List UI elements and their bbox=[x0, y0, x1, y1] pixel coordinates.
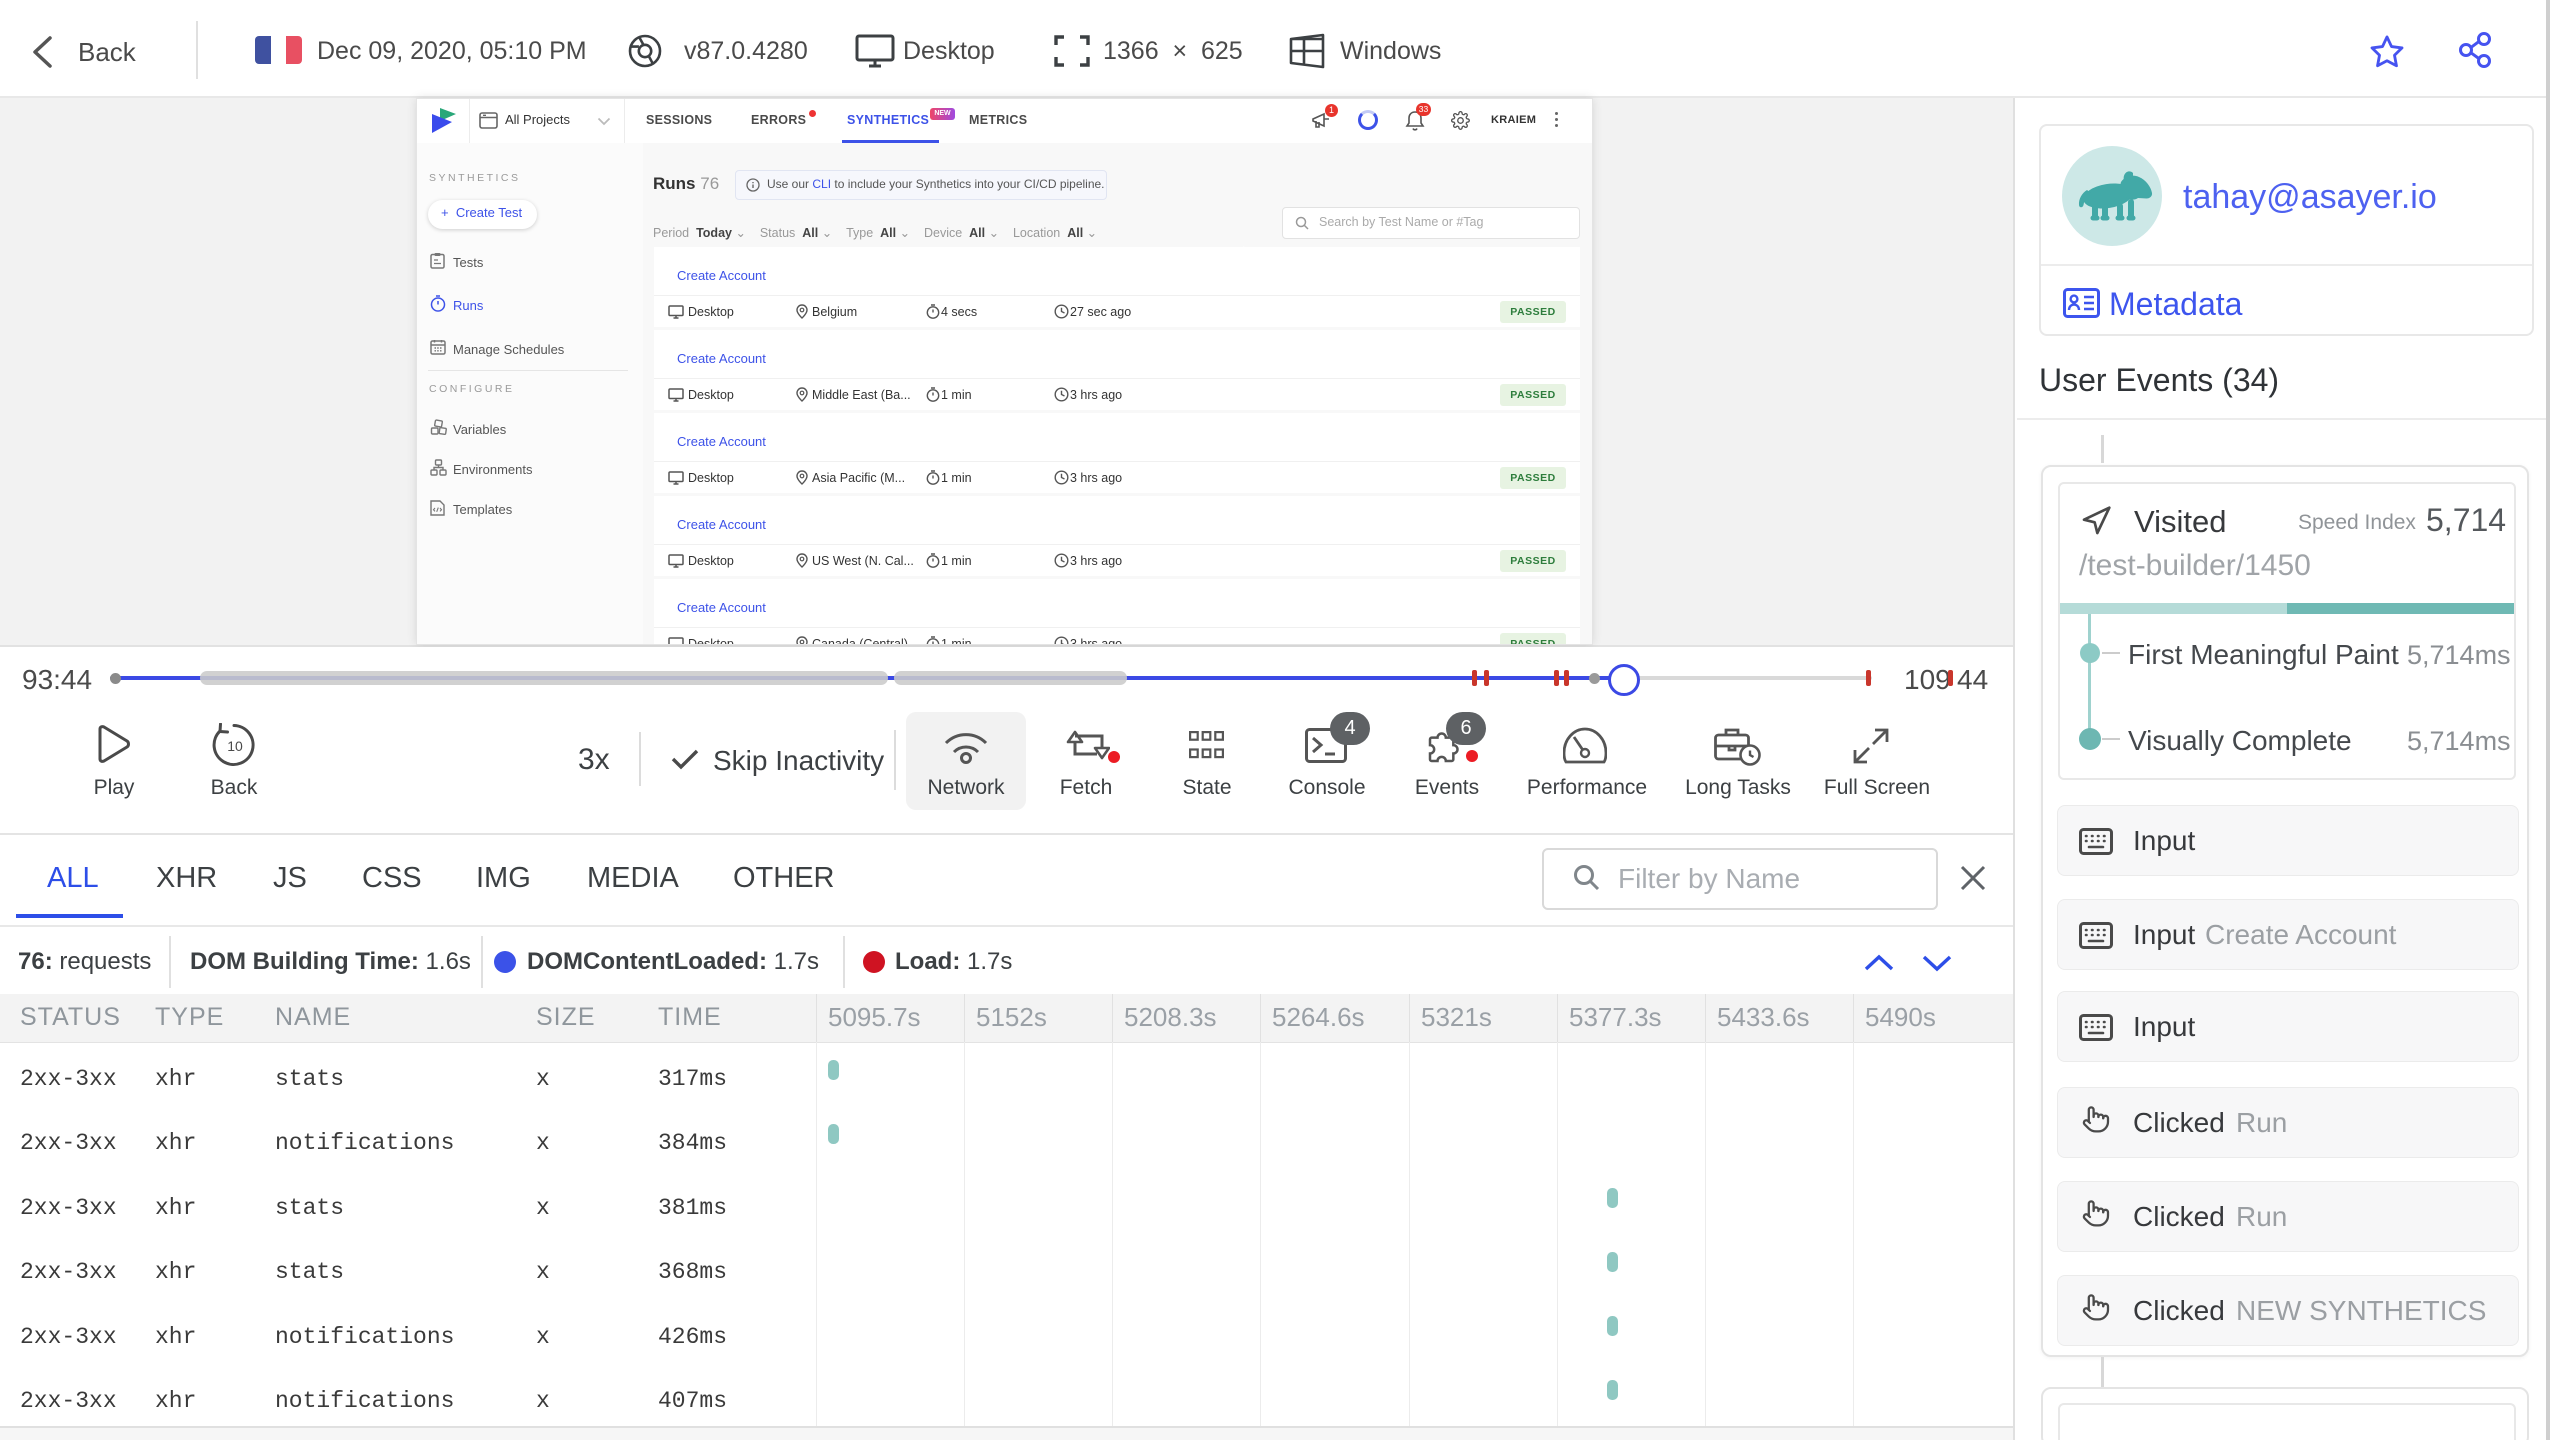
svg-text:10: 10 bbox=[227, 738, 243, 754]
